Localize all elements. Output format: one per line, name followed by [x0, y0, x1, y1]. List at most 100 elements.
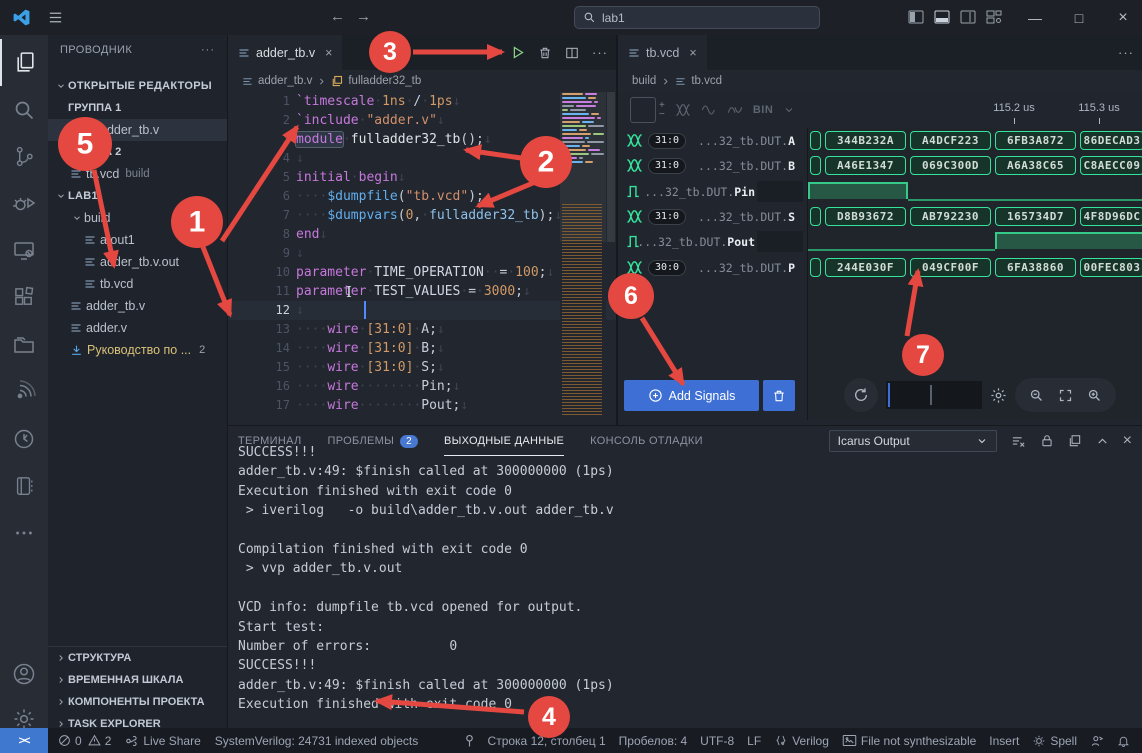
activity-wireless-icon[interactable] — [0, 368, 48, 415]
signal-row-S[interactable]: 31:0...32_tb.DUT.S — [618, 204, 807, 229]
refresh-button[interactable] — [844, 378, 878, 412]
code-line-10[interactable]: 10parameter·TIME_OPERATION··=·100;↓ — [228, 263, 616, 282]
sidebar-section-СТРУКТУРА[interactable]: СТРУКТУРА — [48, 647, 227, 669]
code-line-15[interactable]: 15····wire·[31:0]·S;↓ — [228, 358, 616, 377]
code-line-17[interactable]: 17····wire········Pout;↓ — [228, 396, 616, 415]
activity-extensions-icon[interactable] — [0, 274, 48, 321]
customize-layout-icon[interactable] — [986, 9, 1002, 25]
status-item-live-share[interactable]: Live Share — [125, 734, 200, 748]
delete-signals-button[interactable] — [763, 380, 795, 411]
toggle-panel-icon[interactable] — [934, 9, 950, 25]
status-item-file-not-synthesizable[interactable]: File not synthesizable — [842, 734, 976, 748]
close-button[interactable]: × — [1106, 0, 1140, 35]
status-item-bell[interactable] — [1117, 734, 1130, 748]
status-item-2[interactable]: 2 — [88, 734, 112, 748]
signal-row-P[interactable]: 30:0...32_tb.DUT.P — [618, 255, 807, 280]
run-button[interactable] — [510, 45, 525, 60]
activity-source-control-icon[interactable] — [0, 133, 48, 180]
tab-adder-tb-v[interactable]: adder_tb.v × — [228, 35, 342, 70]
zoom-out-icon[interactable] — [1029, 388, 1044, 403]
tree-item-tb.vcd[interactable]: tb.vcdbuild — [48, 163, 227, 185]
breadcrumb[interactable]: adder_tb.v fulladder32_tb — [228, 70, 616, 92]
activity-notebook-icon[interactable] — [0, 462, 48, 509]
menu-icon[interactable] — [47, 9, 64, 26]
code-line-7[interactable]: 7····$dumpvars(0,·fulladder32_tb);↓ — [228, 206, 616, 225]
time-input[interactable] — [886, 381, 982, 409]
activity-remote-explorer-icon[interactable] — [0, 227, 48, 274]
toggle-secondary-sidebar-icon[interactable] — [960, 9, 976, 25]
activity-explorer-icon[interactable] — [0, 39, 48, 86]
status-item-spell[interactable]: Spell — [1032, 734, 1077, 748]
code-line-3[interactable]: 3module·fulladder32_tb();↓ — [228, 130, 616, 149]
tree-item-build[interactable]: build — [48, 207, 227, 229]
minimize-button[interactable]: — — [1018, 0, 1052, 35]
activity-timeline-clock-icon[interactable] — [0, 415, 48, 462]
code-line-12[interactable]: 12↓ — [228, 301, 616, 320]
signal-row-Pin[interactable]: ...32_tb.DUT.Pin — [618, 179, 807, 204]
tree-item-adder.v[interactable]: adder.v — [48, 317, 227, 339]
settings-icon[interactable] — [990, 387, 1007, 404]
tree-item--[interactable]: ОТКРЫТЫЕ РЕДАКТОРЫ — [48, 75, 227, 97]
minimap[interactable] — [560, 92, 606, 425]
code-line-6[interactable]: 6····$dumpfile("tb.vcd");↓ — [228, 187, 616, 206]
trash-icon[interactable] — [538, 46, 552, 60]
code-line-11[interactable]: 11parameter·TEST_VALUES·=·3000;↓ — [228, 282, 616, 301]
code-line-13[interactable]: 13····wire·[31:0]·A;↓ — [228, 320, 616, 339]
tree-item--1[interactable]: ГРУППА 1 — [48, 97, 227, 119]
status-item-systemverilog-24731-indexed-ob[interactable]: SystemVerilog: 24731 indexed objects — [215, 734, 418, 748]
activity-account-icon[interactable] — [0, 650, 48, 697]
signal-row-A[interactable]: 31:0...32_tb.DUT.A — [618, 128, 807, 153]
code-line-2[interactable]: 2`include·"adder.v"↓ — [228, 111, 616, 130]
signal-row-B[interactable]: 31:0...32_tb.DUT.B — [618, 153, 807, 178]
code-line-16[interactable]: 16····wire········Pin;↓ — [228, 377, 616, 396]
status-item-insert[interactable]: Insert — [989, 734, 1019, 748]
code-line-14[interactable]: 14····wire·[31:0]·B;↓ — [228, 339, 616, 358]
zoom-fit-icon[interactable] — [1058, 388, 1073, 403]
breadcrumb-file[interactable]: adder_tb.v — [258, 75, 312, 87]
tree-item-adder_tb.v[interactable]: adder_tb.v — [48, 119, 227, 141]
activity-more-icon[interactable] — [0, 509, 48, 556]
code-editor[interactable]: 1`timescale·1ns·/·1ps↓2`include·"adder.v… — [228, 92, 616, 425]
nav-back-icon[interactable]: ← — [330, 8, 345, 25]
status-item-0[interactable]: 0 — [58, 734, 82, 748]
breadcrumb-symbol[interactable]: fulladder32_tb — [348, 75, 421, 87]
maximize-button[interactable]: □ — [1062, 0, 1096, 35]
tree-item-LAB1[interactable]: LAB1 — [48, 185, 227, 207]
code-line-4[interactable]: 4↓ — [228, 149, 616, 168]
split-editor-icon[interactable] — [565, 46, 579, 60]
editor-more-icon[interactable]: ··· — [592, 45, 608, 60]
status-item-utf-8[interactable]: UTF-8 — [700, 734, 734, 748]
tree-item-tb.vcd[interactable]: tb.vcd — [48, 273, 227, 295]
signal-row-Pout[interactable]: ...32_tb.DUT.Pout — [618, 229, 807, 254]
sidebar-section-ВРЕМЕННАЯ-ШКАЛА[interactable]: ВРЕМЕННАЯ ШКАЛА — [48, 669, 227, 691]
status-item--12-1[interactable]: Строка 12, столбец 1 — [488, 734, 606, 748]
terminal-output[interactable]: SUCCESS!!!adder_tb.v:49: $finish called … — [238, 443, 1128, 719]
status-item-plug[interactable] — [464, 734, 475, 748]
tree-item-adder_tb.v[interactable]: adder_tb.v — [48, 295, 227, 317]
status-item-lf[interactable]: LF — [747, 734, 761, 748]
editor-scrollbar[interactable] — [606, 92, 616, 425]
remote-indicator[interactable]: >< — [0, 728, 48, 753]
command-search-box[interactable]: lab1 — [574, 6, 820, 29]
activity-search-icon[interactable] — [0, 86, 48, 133]
status-item--4[interactable]: Пробелов: 4 — [619, 734, 688, 748]
code-line-1[interactable]: 1`timescale·1ns·/·1ps↓ — [228, 92, 616, 111]
sidebar-section-КОМПОНЕНТЫ-ПРОЕКТА[interactable]: КОМПОНЕНТЫ ПРОЕКТА — [48, 691, 227, 713]
code-line-8[interactable]: 8end↓ — [228, 225, 616, 244]
code-line-5[interactable]: 5initial·begin↓ — [228, 168, 616, 187]
zoom-in-icon[interactable] — [1087, 388, 1102, 403]
tree-item-a.out1[interactable]: a.out1 — [48, 229, 227, 251]
activity-project-folder-icon[interactable] — [0, 321, 48, 368]
tree-item--2[interactable]: ГРУППА 2 — [48, 141, 227, 163]
tree-item--...[interactable]: Руководство по ...2 — [48, 339, 227, 361]
tab-close-icon[interactable]: × — [325, 46, 332, 60]
activity-run-debug-icon[interactable] — [0, 180, 48, 227]
status-item-person[interactable] — [1090, 734, 1104, 748]
toggle-sidebar-icon[interactable] — [908, 9, 924, 25]
explorer-more-icon[interactable]: ··· — [201, 44, 215, 56]
code-line-9[interactable]: 9↓ — [228, 244, 616, 263]
tree-item-adder_tb.v.out[interactable]: adder_tb.v.out — [48, 251, 227, 273]
status-item-verilog[interactable]: Verilog — [774, 734, 829, 748]
nav-forward-icon[interactable]: → — [356, 8, 371, 25]
add-signals-button[interactable]: Add Signals — [624, 380, 759, 411]
